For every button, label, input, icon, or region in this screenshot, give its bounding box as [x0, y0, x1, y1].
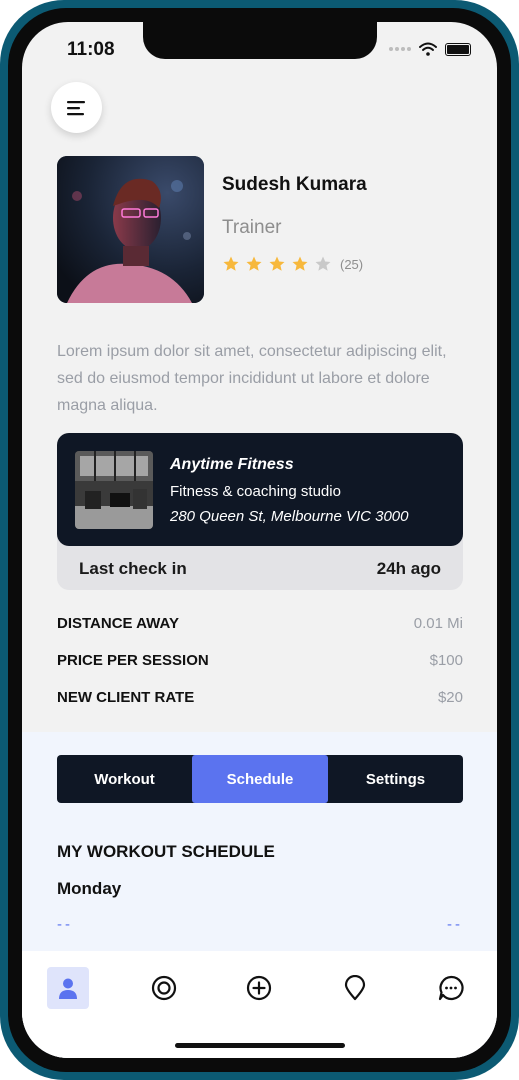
schedule-slot-end: --: [447, 916, 463, 933]
review-count: (25): [340, 256, 364, 272]
trainer-bio: Lorem ipsum dolor sit amet, consectetur …: [57, 343, 447, 414]
signal-icon: [389, 47, 411, 51]
plus-circle-icon: [246, 975, 272, 1001]
gym-type: Fitness & coaching studio: [170, 483, 341, 500]
nav-profile[interactable]: [47, 967, 89, 1009]
nav-add[interactable]: [238, 967, 280, 1009]
bottom-nav: [22, 951, 497, 1058]
battery-icon: [445, 42, 471, 56]
gym-address: 280 Queen St, Melbourne VIC 3000: [170, 508, 409, 525]
gym-image: [75, 451, 153, 529]
user-icon: [59, 978, 77, 999]
schedule-day: Monday: [57, 879, 122, 898]
trainer-avatar: [57, 156, 204, 303]
home-indicator: [175, 1043, 345, 1048]
status-icons: [389, 42, 471, 56]
distance-label: DISTANCE AWAY: [57, 615, 179, 632]
nav-goals[interactable]: [143, 967, 185, 1009]
star-filled-icon: [246, 256, 262, 271]
client-rate-value: $20: [437, 689, 463, 706]
screen: 11:08 Sudesh Kumara Trainer (25) Lorem i…: [22, 22, 497, 1058]
trainer-name: Sudesh Kumara: [222, 174, 367, 195]
nav-messages[interactable]: [430, 967, 472, 1009]
star-filled-icon: [223, 256, 239, 271]
map-pin-icon: [344, 975, 366, 1001]
gym-card[interactable]: Anytime Fitness Fitness & coaching studi…: [57, 433, 463, 590]
notch: [143, 22, 377, 59]
trainer-role: Trainer: [222, 217, 282, 238]
tab-settings[interactable]: Settings: [328, 755, 463, 803]
star-rating: (25): [222, 255, 363, 273]
stars-container: [222, 255, 332, 273]
star-empty-icon: [315, 256, 331, 271]
price-label: PRICE PER SESSION: [57, 652, 209, 669]
schedule-title: MY WORKOUT SCHEDULE: [57, 842, 275, 861]
tab-bar: Workout Schedule Settings: [57, 755, 463, 803]
chat-icon: [438, 975, 464, 1001]
wifi-icon: [419, 42, 437, 56]
gym-card-header: Anytime Fitness Fitness & coaching studi…: [57, 433, 463, 546]
target-icon: [151, 975, 177, 1001]
star-filled-icon: [269, 256, 285, 271]
distance-value: 0.01 Mi: [413, 615, 463, 632]
client-rate-label: NEW CLIENT RATE: [57, 689, 195, 706]
nav-location[interactable]: [334, 967, 376, 1009]
schedule-slot-start: --: [57, 916, 73, 933]
menu-icon: [66, 100, 85, 115]
last-checkin-label: Last check in: [79, 559, 187, 578]
tab-schedule[interactable]: Schedule: [192, 755, 328, 803]
status-time: 11:08: [67, 39, 115, 60]
tab-workout[interactable]: Workout: [57, 755, 192, 803]
price-value: $100: [429, 652, 463, 669]
star-filled-icon: [292, 256, 308, 271]
gym-name: Anytime Fitness: [170, 456, 294, 473]
last-checkin-value: 24h ago: [376, 559, 441, 578]
menu-button[interactable]: [51, 82, 102, 133]
